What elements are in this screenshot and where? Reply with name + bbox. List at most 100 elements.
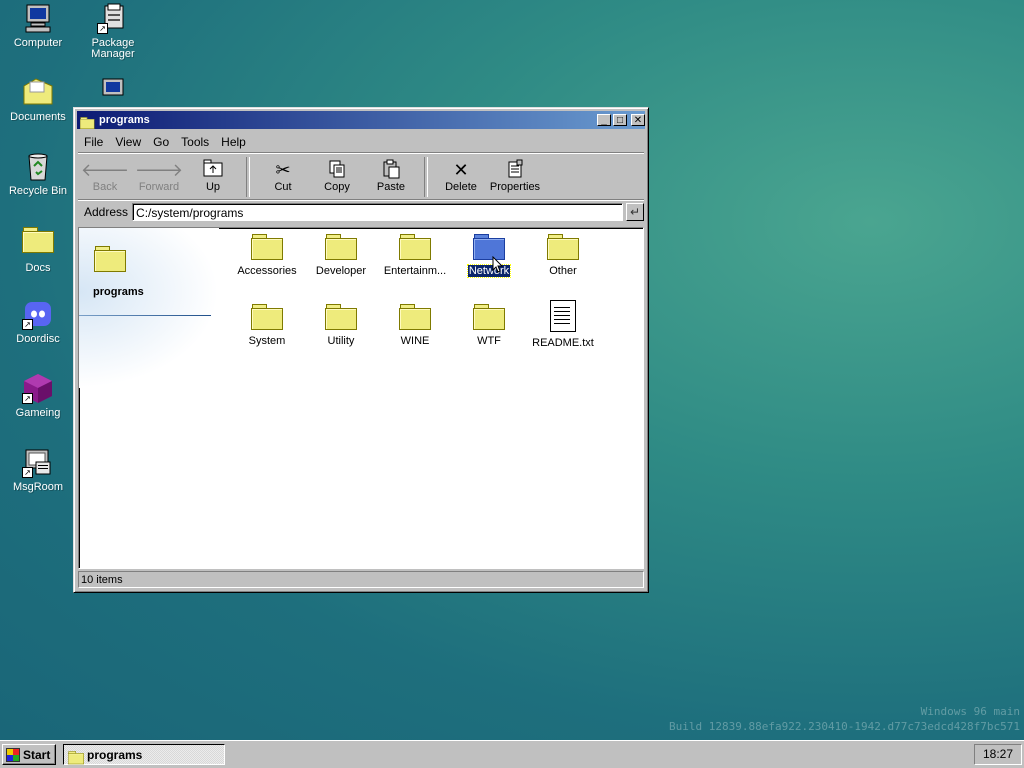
toolbar: 🡐 Back 🡒 Forward Up ✂ Cut Copy Paste ✕ D… [78, 155, 644, 200]
desktop-icon-label: Doordisc [16, 333, 60, 345]
item-label: Entertainm... [383, 265, 447, 277]
address-bar: Address C:/system/programs ↵ [78, 201, 644, 223]
msgroom-icon: ↗ [22, 446, 54, 478]
clipboard-icon [364, 159, 418, 181]
watermark-line-1: Windows 96 main [920, 705, 1020, 718]
folder-icon [80, 117, 95, 129]
folder-icon [68, 751, 84, 765]
item-label: README.txt [532, 337, 594, 349]
item-label: Other [549, 265, 577, 277]
folder-icon [251, 234, 283, 260]
start-logo-icon [6, 747, 20, 762]
shortcut-arrow-icon: ↗ [22, 467, 33, 478]
menu-tools[interactable]: Tools [175, 135, 215, 149]
paste-label: Paste [376, 181, 406, 193]
folder-icon [325, 304, 357, 330]
cut-button[interactable]: ✂ Cut [256, 155, 310, 193]
desktop-icon-documents[interactable]: Documents [0, 76, 76, 123]
watermark-line-2: Build 12839.88efa922.230410-1942.d77c73e… [669, 720, 1020, 733]
taskbar-button-programs[interactable]: programs [63, 744, 225, 765]
desktop-icon-label: Gameing [15, 407, 61, 419]
copy-icon [310, 159, 364, 181]
folder-icon [399, 304, 431, 330]
item-label: Utility [327, 335, 355, 347]
desktop-icon-label: Package Manager [91, 37, 135, 60]
computer-shortcut-icon [97, 76, 129, 108]
desktop-icon-recycle-bin[interactable]: Recycle Bin [0, 150, 76, 197]
address-label: Address [84, 205, 129, 219]
address-input[interactable]: C:/system/programs [132, 203, 623, 221]
desktop-icon-gameing[interactable]: ↗ Gameing [0, 372, 76, 419]
text-file-icon [550, 300, 576, 332]
delete-button[interactable]: ✕ Delete [434, 155, 488, 193]
desktop-icon-msgroom[interactable]: ↗ MsgRoom [0, 446, 76, 493]
start-label: Start [23, 747, 51, 762]
item-developer[interactable]: Developer [304, 234, 378, 277]
go-arrow-icon[interactable]: ↵ [626, 203, 644, 221]
folder-icon [22, 227, 54, 259]
status-text: 10 items [81, 573, 123, 586]
menu-go[interactable]: Go [147, 135, 175, 149]
paste-button[interactable]: Paste [364, 155, 418, 193]
desktop-icon-docs[interactable]: Docs [0, 224, 76, 274]
taskbar-button-label: programs [87, 747, 143, 762]
toolbar-separator [246, 157, 250, 197]
forward-label: Forward [138, 181, 180, 193]
item-label: WINE [400, 335, 430, 347]
item-network[interactable]: Network [452, 234, 526, 278]
maximize-button[interactable]: □ [613, 114, 627, 126]
build-watermark: Windows 96 main Build 12839.88efa922.230… [669, 704, 1020, 734]
delete-label: Delete [445, 181, 477, 193]
mouse-cursor-icon [492, 256, 504, 273]
item-entertainment[interactable]: Entertainm... [378, 234, 452, 277]
folder-icon [251, 304, 283, 330]
item-other[interactable]: Other [526, 234, 600, 277]
desktop-icon-computer[interactable]: Computer [0, 2, 76, 49]
scissors-icon: ✂ [275, 160, 291, 180]
close-button[interactable]: ✕ [631, 114, 645, 126]
explorer-window[interactable]: programs _ □ ✕ File View Go Tools Help 🡐… [73, 107, 649, 593]
recycle-bin-icon [22, 150, 54, 182]
up-folder-icon [186, 159, 240, 181]
documents-folder-icon [22, 76, 54, 108]
game-cube-icon: ↗ [22, 372, 54, 404]
properties-button[interactable]: Properties [488, 155, 542, 193]
current-folder-name: programs [93, 286, 144, 298]
file-view[interactable]: programs Accessories Developer Entertain… [78, 227, 644, 569]
folder-icon [473, 304, 505, 330]
divider [79, 315, 211, 316]
copy-button[interactable]: Copy [310, 155, 364, 193]
toolbar-separator [424, 157, 428, 197]
item-label: System [248, 335, 286, 347]
desktop-icon-label: Recycle Bin [8, 185, 68, 197]
minimize-button[interactable]: _ [597, 114, 611, 126]
desktop: Computer ↗ Package Manager Documents Rec… [0, 0, 1024, 740]
copy-label: Copy [324, 181, 350, 193]
menu-file[interactable]: File [78, 135, 109, 149]
cut-label: Cut [274, 181, 292, 193]
up-button[interactable]: Up [186, 155, 240, 193]
package-manager-icon: ↗ [97, 2, 129, 34]
desktop-icon-package-manager[interactable]: ↗ Package Manager [75, 2, 151, 60]
back-button[interactable]: 🡐 Back [78, 155, 132, 193]
menu-help[interactable]: Help [215, 135, 252, 149]
forward-button[interactable]: 🡒 Forward [132, 155, 186, 193]
window-titlebar[interactable]: programs _ □ ✕ [77, 111, 645, 129]
forward-arrow-icon: 🡒 [134, 160, 184, 180]
item-accessories[interactable]: Accessories [230, 234, 304, 277]
item-wine[interactable]: WINE [378, 304, 452, 347]
item-readme[interactable]: README.txt [526, 300, 600, 349]
menu-view[interactable]: View [109, 135, 147, 149]
clock-text: 18:27 [982, 747, 1014, 761]
folder-icon [547, 234, 579, 260]
system-tray-clock[interactable]: 18:27 [974, 744, 1022, 765]
item-system[interactable]: System [230, 304, 304, 347]
item-wtf[interactable]: WTF [452, 304, 526, 347]
start-button[interactable]: Start [2, 744, 56, 765]
desktop-icon-label: Computer [13, 37, 63, 49]
folder-info-panel: programs [79, 228, 219, 388]
up-label: Up [205, 181, 221, 193]
shortcut-arrow-icon: ↗ [97, 23, 108, 34]
desktop-icon-doordisc[interactable]: ↗ Doordisc [0, 298, 76, 345]
item-utility[interactable]: Utility [304, 304, 378, 347]
